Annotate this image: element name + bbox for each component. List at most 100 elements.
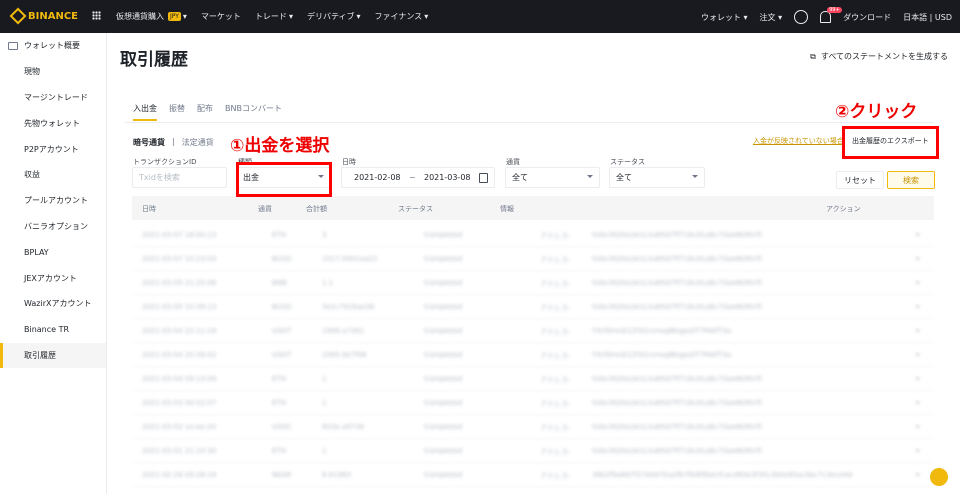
notification-count: 99+ — [827, 7, 842, 13]
binance-diamond-icon — [9, 7, 27, 25]
table-row[interactable]: 2021-03-01 21:10:30 ETH 1 Completed アドレス: 0xb… — [132, 439, 934, 463]
col-status: ステータス — [398, 205, 433, 213]
tab-bnb-convert[interactable]: BNBコンバート — [225, 103, 282, 121]
expand-icon[interactable]: ▾ — [916, 303, 920, 311]
chevron-down-icon: ▾ — [356, 12, 361, 21]
date-label: 日時 — [342, 158, 356, 166]
apps-grid-icon[interactable] — [92, 11, 101, 20]
table-row[interactable]: 2021-03-07 18:00:13 ETH 3 Completed アドレス: 0xb… — [132, 223, 934, 247]
sidebar-item-futures[interactable]: 先物ウォレット — [0, 110, 106, 136]
calendar-icon[interactable] — [479, 173, 488, 183]
external-link-icon: ⧉ — [810, 51, 816, 61]
help-chat-icon[interactable] — [930, 468, 948, 486]
divider — [125, 122, 934, 123]
expand-icon[interactable]: ▾ — [916, 375, 920, 383]
status-select[interactable]: 全て — [609, 167, 705, 188]
reset-button[interactable]: リセット — [836, 171, 884, 189]
caret-down-icon — [692, 175, 698, 178]
table-row[interactable]: 2021-03-04 09:13:09 ETH 1 Completed アドレス: 0xb… — [132, 367, 934, 391]
nav-derivatives[interactable]: デリバティブ ▾ — [307, 11, 361, 22]
tab-distribution[interactable]: 配布 — [197, 103, 213, 121]
binance-logo[interactable]: BINANCE — [9, 7, 78, 25]
bell-icon[interactable]: 99+ — [820, 7, 842, 23]
subtab-crypto[interactable]: 暗号通貨 — [133, 137, 165, 148]
sidebar-item-pool[interactable]: プールアカウント — [0, 188, 106, 214]
expand-icon[interactable]: ▾ — [916, 423, 920, 431]
sidebar-item-jex[interactable]: JEXアカウント — [0, 265, 106, 291]
table-row[interactable]: 2021-03-02 1e:ee:20 USDC 603e.a9739 Complet… — [132, 415, 934, 439]
nav-buy-crypto[interactable]: 仮想通貨購入 JPY ▾ — [116, 11, 187, 22]
wallet-menu[interactable]: ウォレット ▾ — [701, 12, 748, 23]
nav-trade[interactable]: トレード ▾ — [255, 11, 293, 22]
coin-select[interactable]: 全て — [505, 167, 600, 188]
table-row[interactable]: 2021-02-28 09:28:16 NEAR 6.61983 Completed ア… — [132, 463, 934, 487]
main-nav: 仮想通貨購入 JPY ▾ マーケット トレード ▾ デリバティブ ▾ ファイナンス ▾ — [116, 11, 428, 22]
tab-deposit-withdraw[interactable]: 入出金 — [133, 103, 157, 121]
subtabs: 暗号通貨 | 法定通貨 — [133, 137, 214, 148]
sidebar: ウォレット概要 現物 マージントレード 先物ウォレット P2Pアカウント 収益 … — [0, 33, 107, 494]
orders-menu[interactable]: 注文 ▾ — [760, 12, 783, 23]
expand-icon[interactable]: ▾ — [916, 327, 920, 335]
annotation-step2: ②クリック — [835, 102, 918, 122]
annotation-step1: ①出金を選択 — [230, 136, 330, 156]
expand-icon[interactable]: ▾ — [916, 351, 920, 359]
txid-search-input[interactable]: Txidを検索 — [132, 167, 227, 188]
sidebar-item-vanilla[interactable]: バニラオプション — [0, 214, 106, 240]
search-button[interactable]: 検索 — [887, 171, 935, 189]
date-range-input[interactable]: 2021-02-08 ~ 2021-03-08 — [341, 167, 495, 188]
expand-icon[interactable]: ▾ — [916, 255, 920, 263]
date-to: 2021-03-08 — [424, 173, 471, 182]
user-icon[interactable] — [794, 10, 809, 24]
highlight-export-button — [842, 126, 939, 159]
deposit-not-reflected-link[interactable]: 入金が反映されていない場合 — [753, 136, 844, 146]
page-title: 取引履歴 — [120, 50, 188, 70]
language-currency[interactable]: 日本語 | USD — [903, 12, 952, 23]
subtab-fiat[interactable]: 法定通貨 — [182, 137, 214, 148]
expand-icon[interactable]: ▾ — [916, 231, 920, 239]
sidebar-item-wazirx[interactable]: WazirXアカウント — [0, 291, 106, 317]
table-row[interactable]: 2021-03-05 10:39:13 BUSD 3e1c7916ae38 Compl… — [132, 295, 934, 319]
expand-icon[interactable]: ▾ — [916, 447, 920, 455]
col-info: 情報 — [500, 205, 514, 213]
tabs: 入出金 振替 配布 BNBコンバート — [133, 103, 282, 121]
sidebar-item-binance-tr[interactable]: Binance TR — [0, 317, 106, 343]
date-from: 2021-02-08 — [354, 173, 401, 182]
caret-down-icon — [587, 175, 593, 178]
chevron-down-icon: ▾ — [288, 12, 293, 21]
jpy-badge: JPY — [168, 12, 181, 21]
txid-label: トランザクションID — [133, 158, 197, 166]
sidebar-item-p2p[interactable]: P2Pアカウント — [0, 136, 106, 162]
generate-statement-link[interactable]: ⧉ すべてのステートメントを生成する — [810, 51, 948, 62]
wallet-icon — [8, 41, 18, 50]
download-link[interactable]: ダウンロード — [843, 12, 891, 23]
table-row[interactable]: 2021-03-04 22:11:18 USDT 1999.a7381 Complet… — [132, 319, 934, 343]
sidebar-item-margin[interactable]: マージントレード — [0, 85, 106, 111]
sidebar-item-transaction-history[interactable]: 取引履歴 — [0, 342, 106, 369]
chevron-down-icon: ▾ — [182, 12, 187, 21]
tab-transfer[interactable]: 振替 — [169, 103, 185, 121]
nav-finance[interactable]: ファイナンス ▾ — [375, 11, 429, 22]
sidebar-item-wallet-overview[interactable]: ウォレット概要 — [0, 33, 106, 59]
table-row[interactable]: 2021-03-03 00:52:07 ETH 1 Completed アドレス: 0xb… — [132, 391, 934, 415]
date-separator: ~ — [409, 173, 416, 182]
col-amount: 合計額 — [306, 205, 327, 213]
chevron-down-icon: ▾ — [424, 12, 429, 21]
col-action: アクション — [826, 205, 861, 213]
top-bar: BINANCE 仮想通貨購入 JPY ▾ マーケット トレード ▾ デリバティブ ▾ フ… — [0, 0, 960, 33]
status-label: ステータス — [610, 158, 645, 166]
coin-label: 通貨 — [506, 158, 520, 166]
expand-icon[interactable]: ▾ — [916, 399, 920, 407]
expand-icon[interactable]: ▾ — [916, 471, 920, 479]
table-row[interactable]: 2021-03-07 10:23:03 BUSD 1017.0901ea23 Comp… — [132, 247, 934, 271]
nav-markets[interactable]: マーケット — [201, 11, 241, 22]
right-nav: ウォレット ▾ 注文 ▾ 99+ ダウンロード 日本語 | USD — [701, 7, 952, 24]
table-row[interactable]: 2021-03-04 20:39:02 USDT 2095.9e7f06 Comple… — [132, 343, 934, 367]
col-date: 日時 — [142, 205, 156, 213]
sidebar-item-earn[interactable]: 収益 — [0, 162, 106, 188]
sidebar-item-spot[interactable]: 現物 — [0, 59, 106, 85]
table-header: 日時 通貨 合計額 ステータス 情報 アクション — [132, 196, 934, 220]
sidebar-item-bplay[interactable]: BPLAY — [0, 239, 106, 265]
expand-icon[interactable]: ▾ — [916, 279, 920, 287]
table-row[interactable]: 2021-03-05 21:25:06 BNB 1.1 Completed アドレス: 0… — [132, 271, 934, 295]
highlight-type-select — [236, 162, 332, 197]
